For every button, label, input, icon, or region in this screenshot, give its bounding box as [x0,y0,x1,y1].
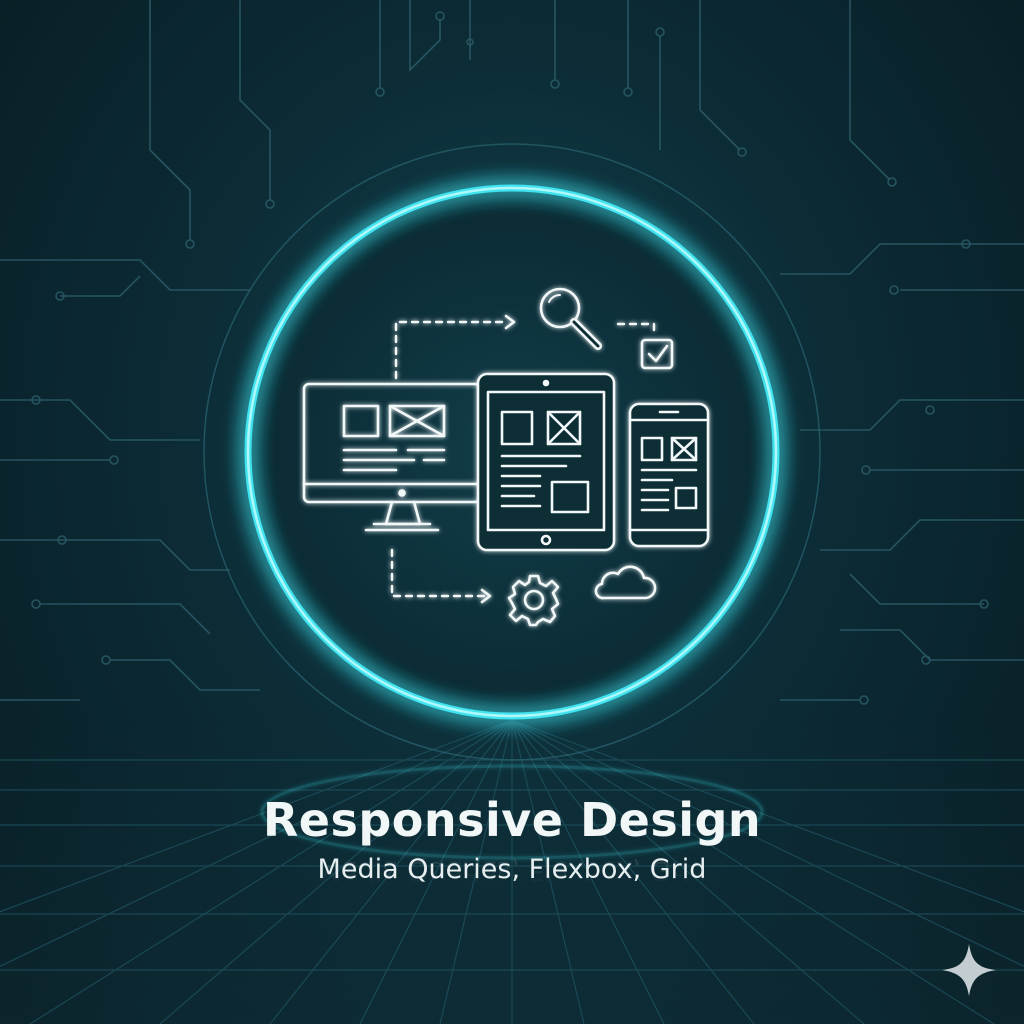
headline-title: Responsive Design [262,793,762,847]
tablet-icon [476,372,616,552]
smartphone-icon [628,402,710,548]
headline-subtitle: Media Queries, Flexbox, Grid [317,854,707,885]
artwork-canvas: Responsive Design Media Queries, Flexbox… [0,0,1024,1024]
